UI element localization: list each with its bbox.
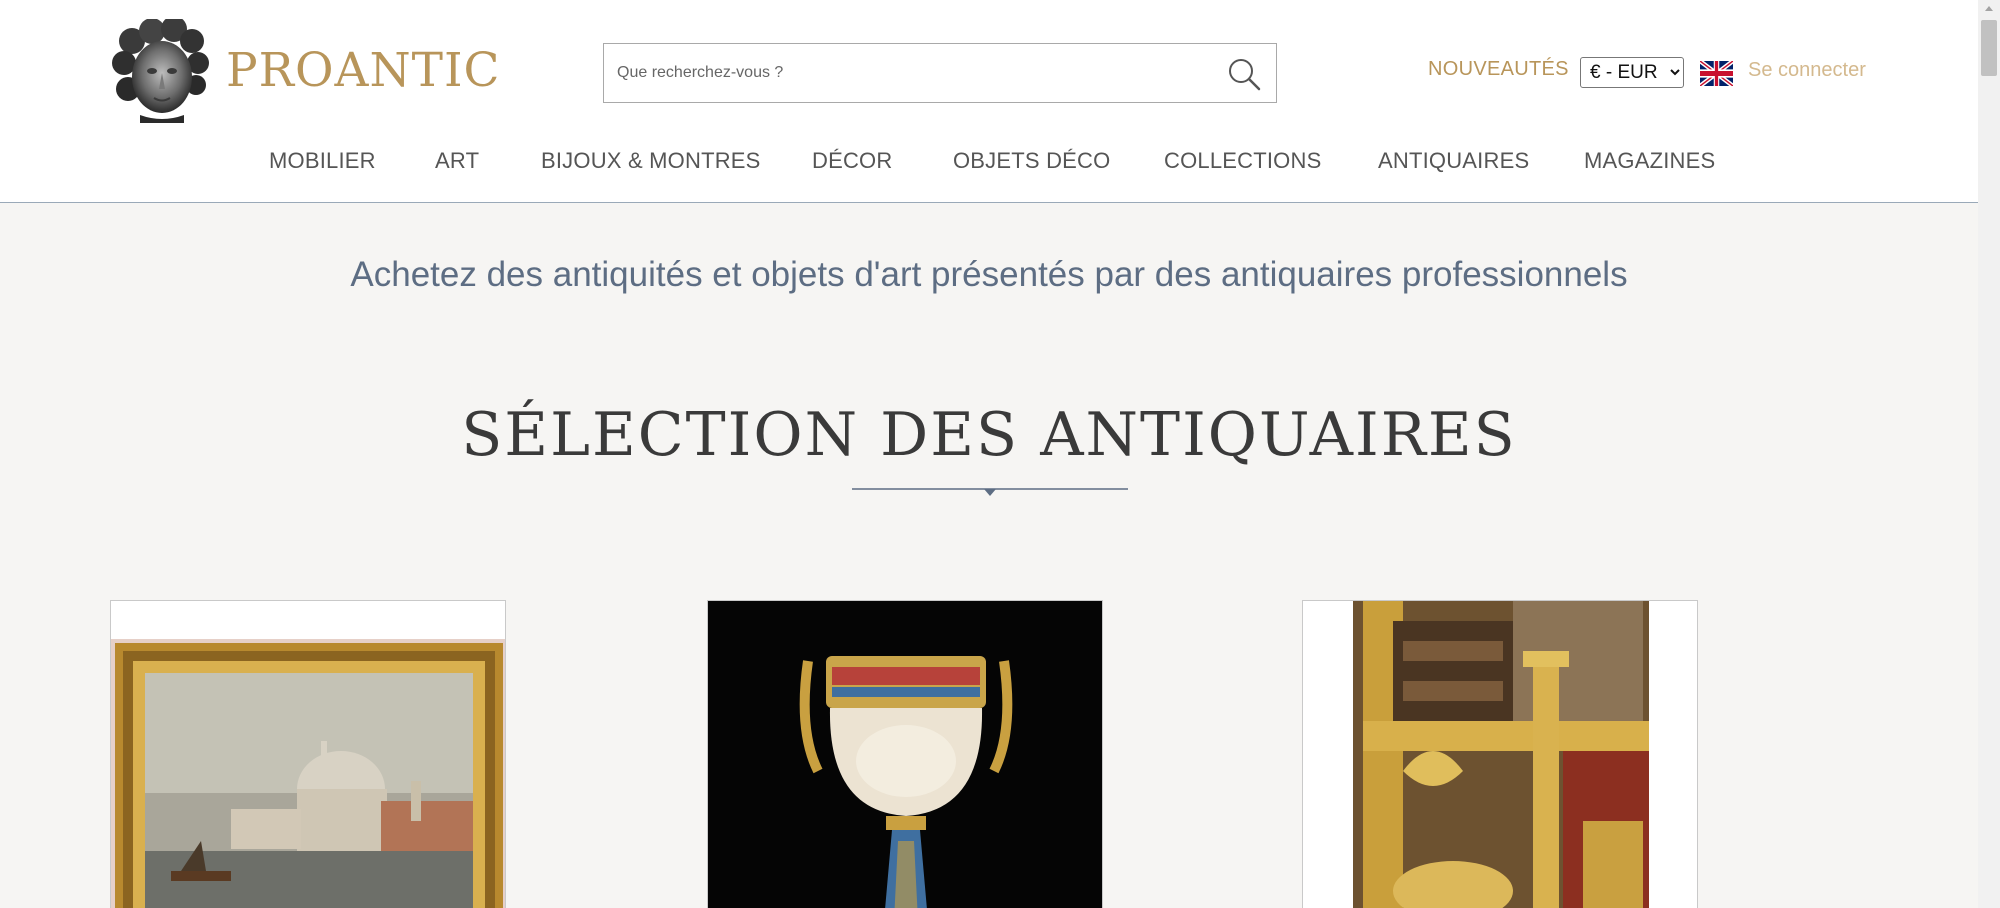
candlestick-image: [1303, 601, 1697, 908]
tagline: Achetez des antiquités et objets d'art p…: [350, 255, 1628, 294]
title-divider: [852, 488, 1128, 496]
nav-item-decor[interactable]: DÉCOR: [812, 148, 892, 174]
logo-link[interactable]: PROANTIC: [110, 18, 501, 123]
scrollbar-thumb[interactable]: [1981, 20, 1997, 76]
main-nav: MOBILIER ART BIJOUX & MONTRES DÉCOR OBJE…: [0, 148, 1978, 178]
currency-select[interactable]: € - EUR: [1580, 57, 1684, 88]
nav-item-collections[interactable]: COLLECTIONS: [1164, 148, 1321, 174]
site-header: PROANTIC NOUVEAUTÉS € - EUR Se connecter…: [0, 0, 1978, 203]
product-card-painting[interactable]: [110, 600, 506, 908]
search-input[interactable]: [604, 44, 1204, 102]
section-title: SÉLECTION DES ANTIQUAIRES: [461, 400, 1517, 470]
search-icon: [1229, 59, 1261, 91]
search-button[interactable]: [1226, 56, 1262, 92]
nav-item-magazines[interactable]: MAGAZINES: [1584, 148, 1715, 174]
onyx-vase-image: [708, 601, 1102, 908]
logo-text: PROANTIC: [226, 43, 501, 98]
nav-item-bijoux-montres[interactable]: BIJOUX & MONTRES: [541, 148, 761, 174]
nouveautes-link[interactable]: NOUVEAUTÉS: [1428, 58, 1569, 81]
page-scrollbar[interactable]: [1978, 0, 2000, 908]
product-card-vase[interactable]: [707, 600, 1103, 908]
nav-item-mobilier[interactable]: MOBILIER: [269, 148, 376, 174]
search-box: [603, 43, 1277, 103]
nav-item-art[interactable]: ART: [435, 148, 479, 174]
logo-head-icon: [112, 18, 209, 123]
login-link[interactable]: Se connecter: [1748, 59, 1866, 82]
scroll-up-arrow-icon[interactable]: [1978, 0, 2000, 17]
product-card-candlestick[interactable]: [1302, 600, 1698, 908]
venice-painting-image: [111, 601, 505, 908]
nav-item-antiquaires[interactable]: ANTIQUAIRES: [1378, 148, 1529, 174]
uk-flag-icon[interactable]: [1700, 61, 1733, 86]
nav-item-objets-deco[interactable]: OBJETS DÉCO: [953, 148, 1110, 174]
